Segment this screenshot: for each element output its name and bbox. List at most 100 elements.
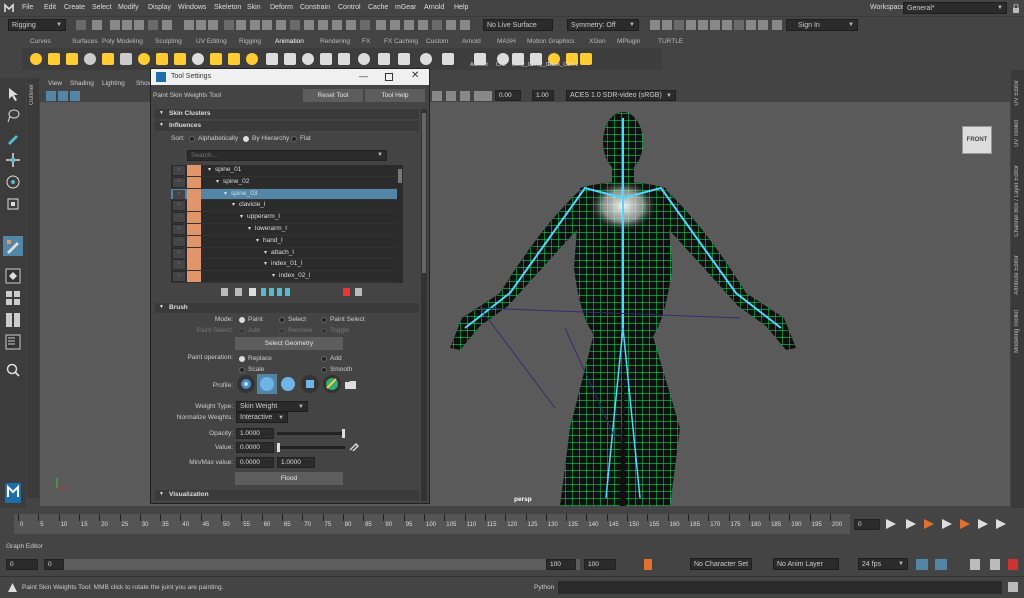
shelf-icon-8[interactable] bbox=[174, 53, 186, 65]
toolbar-icon-17[interactable] bbox=[318, 20, 328, 30]
tool-settings-titlebar[interactable]: Tool Settings — ✕ bbox=[151, 69, 429, 85]
influence-color-swatch[interactable] bbox=[187, 235, 201, 247]
four-view-icon[interactable] bbox=[5, 290, 21, 306]
brush-header[interactable]: Brush bbox=[155, 303, 419, 313]
weight-type-dropdown[interactable]: Skin Weight ▼ bbox=[236, 401, 308, 412]
expand-caret-icon[interactable]: ▾ bbox=[216, 178, 219, 185]
toolbar-icon-6[interactable] bbox=[162, 20, 172, 30]
toolbar-icon-2[interactable] bbox=[110, 20, 120, 30]
shelf-icon-12[interactable] bbox=[246, 53, 258, 65]
menu-control[interactable]: Control bbox=[338, 4, 361, 11]
sort-radio-2[interactable] bbox=[291, 136, 297, 142]
expand-caret-icon[interactable]: ▾ bbox=[240, 213, 243, 220]
toolbar-icon-15[interactable] bbox=[290, 20, 300, 30]
range-end-field[interactable]: 100 bbox=[584, 559, 616, 570]
profile-soft-icon[interactable] bbox=[257, 374, 277, 394]
expand-caret-icon[interactable]: ▾ bbox=[232, 201, 235, 208]
shelf-tab-motion-graphics[interactable]: Motion Graphics bbox=[527, 38, 574, 45]
toolbar-icon-26[interactable] bbox=[446, 20, 456, 30]
rotate-tool-icon[interactable] bbox=[5, 174, 21, 190]
lock-toggle-icon[interactable]: ⇔ bbox=[173, 272, 185, 282]
fps-dropdown[interactable]: 24 fps ▼ bbox=[858, 558, 908, 570]
shelf-tab-fx[interactable]: FX bbox=[362, 38, 370, 45]
lock-toggle-icon[interactable]: ⇔ bbox=[173, 213, 185, 223]
settings-scrollbar[interactable] bbox=[421, 109, 427, 501]
menu-windows[interactable]: Windows bbox=[178, 4, 206, 11]
influence-search[interactable]: Search... ▼ bbox=[187, 150, 387, 161]
shelf-icon-11[interactable] bbox=[228, 53, 240, 65]
paint-op-radio-2[interactable] bbox=[239, 367, 245, 373]
mode-radio-1[interactable] bbox=[279, 317, 285, 323]
menu-modify[interactable]: Modify bbox=[118, 4, 139, 11]
auto-key-icon[interactable] bbox=[644, 559, 652, 570]
eyedropper-icon[interactable] bbox=[349, 441, 359, 451]
profile-gaussian-icon[interactable] bbox=[237, 375, 255, 393]
select-tool-icon[interactable] bbox=[5, 86, 21, 102]
current-frame-field[interactable]: 0 bbox=[854, 519, 880, 530]
menu-create[interactable]: Create bbox=[64, 4, 85, 11]
viewport-value-a[interactable]: 0.00 bbox=[495, 90, 521, 101]
shelf-icon-29[interactable] bbox=[580, 53, 592, 65]
profile-solid-icon[interactable] bbox=[279, 375, 297, 393]
right-tab-channel-box-layer-editor[interactable]: Channel Box / Layer Editor bbox=[1014, 165, 1020, 237]
range-inner-start-field[interactable]: 0 bbox=[44, 559, 64, 570]
anim-layer-dropdown[interactable]: No Anim Layer bbox=[773, 558, 839, 570]
influence-row[interactable]: ⇔ attach_l ▾ bbox=[171, 247, 397, 260]
graph-editor-bar[interactable]: Graph Editor bbox=[0, 540, 1024, 554]
visualization-header[interactable]: Visualization bbox=[155, 490, 419, 500]
toolbar-icon-31[interactable] bbox=[686, 20, 696, 30]
profile-square-icon[interactable] bbox=[301, 375, 319, 393]
shelf-tab-mash[interactable]: MASH bbox=[497, 38, 516, 45]
toolbar-icon-3[interactable] bbox=[122, 20, 132, 30]
toolbar-icon-0[interactable] bbox=[76, 20, 86, 30]
min-value-field[interactable]: 0.0000 bbox=[236, 457, 274, 468]
move-tool-icon[interactable] bbox=[5, 152, 21, 168]
shelf-icon-6[interactable] bbox=[138, 53, 150, 65]
lock-icon[interactable] bbox=[1012, 4, 1020, 13]
folder-icon[interactable] bbox=[345, 380, 357, 389]
menu-file[interactable]: File bbox=[22, 4, 33, 11]
value-field[interactable]: 0.0000 bbox=[236, 442, 274, 453]
shelf-icon-13[interactable] bbox=[266, 53, 278, 65]
shelf-icon-14[interactable] bbox=[284, 53, 296, 65]
shelf-icon-10[interactable] bbox=[210, 53, 222, 65]
live-surface-field[interactable]: No Live Surface bbox=[483, 19, 553, 31]
viewport-tool-icon-r4[interactable] bbox=[482, 91, 492, 101]
influence-color-swatch[interactable] bbox=[187, 224, 201, 235]
shelf-icon-22[interactable] bbox=[442, 53, 454, 65]
script-language[interactable]: Python bbox=[534, 584, 554, 591]
toolbar-icon-23[interactable] bbox=[404, 20, 414, 30]
shelf-icon-18[interactable] bbox=[358, 53, 370, 65]
shelf-icon-20[interactable] bbox=[398, 53, 410, 65]
toolbar-icon-1[interactable] bbox=[92, 20, 102, 30]
expand-caret-icon[interactable]: ▾ bbox=[256, 237, 259, 244]
value-slider[interactable] bbox=[277, 443, 345, 452]
influence-color-swatch[interactable] bbox=[187, 200, 201, 212]
shelf-tab-fx-caching[interactable]: FX Caching bbox=[384, 38, 418, 45]
toolbar-icon-36[interactable] bbox=[746, 20, 756, 30]
sort-radio-1[interactable] bbox=[243, 136, 249, 142]
playback-icon-0[interactable] bbox=[886, 519, 896, 529]
character-set-dropdown[interactable]: No Character Set bbox=[690, 558, 752, 570]
influence-color-swatch[interactable] bbox=[187, 259, 201, 271]
colorspace-dropdown[interactable]: ACES 1.0 SDR-video (sRGB) ▼ bbox=[566, 90, 676, 101]
skin-clusters-header[interactable]: Skin Clusters bbox=[155, 109, 419, 119]
maximize-icon[interactable] bbox=[385, 73, 393, 81]
playback-icon-1[interactable] bbox=[906, 519, 916, 529]
shelf-tab-surfaces[interactable]: Surfaces bbox=[72, 38, 98, 45]
lock-toggle-icon[interactable]: ⇔ bbox=[173, 189, 185, 199]
influence-row[interactable]: ⇔ spine_03 ▾ bbox=[171, 188, 397, 201]
menu-cache[interactable]: Cache bbox=[368, 4, 388, 11]
sort-radio-0[interactable] bbox=[189, 136, 195, 142]
toolbar-icon-7[interactable] bbox=[184, 20, 194, 30]
shelf-icon-16[interactable] bbox=[320, 53, 332, 65]
shelf-tab-sculpting[interactable]: Sculpting bbox=[155, 38, 182, 45]
script-editor-icon[interactable] bbox=[1008, 582, 1018, 592]
shelf-tab-poly-modeling[interactable]: Poly Modeling bbox=[102, 38, 143, 45]
settings-icon[interactable] bbox=[1008, 559, 1018, 570]
toolbar-icon-10[interactable] bbox=[224, 20, 234, 30]
toolbar-icon-9[interactable] bbox=[208, 20, 218, 30]
menu-edit[interactable]: Edit bbox=[44, 4, 56, 11]
character-icon[interactable] bbox=[970, 559, 980, 570]
paint-op-radio-3[interactable] bbox=[321, 367, 327, 373]
